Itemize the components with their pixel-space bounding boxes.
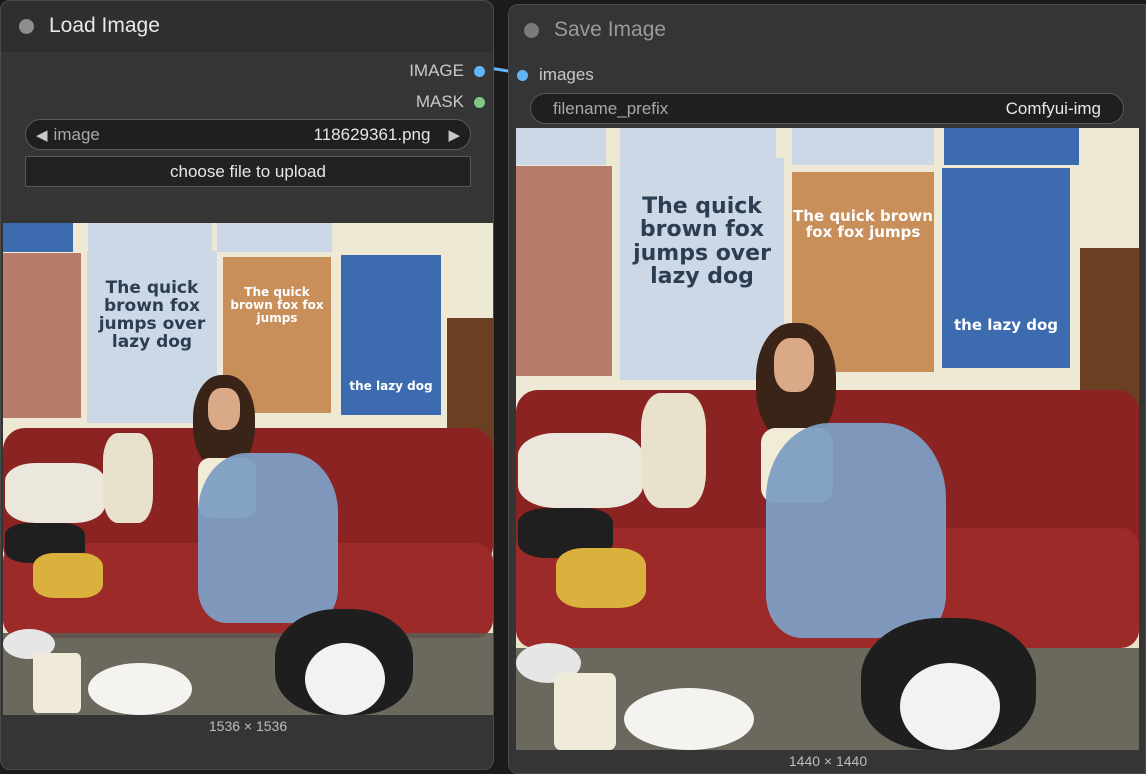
save-image-preview: The quick brown fox jumps over lazy dog …	[516, 128, 1139, 750]
load-image-header[interactable]: Load Image	[1, 1, 493, 52]
save-preview-dimensions: 1440 × 1440	[788, 753, 868, 769]
input-label-images: images	[539, 65, 594, 84]
poster-lazy-dog: the lazy dog	[942, 168, 1070, 368]
load-image-preview: The quick brown fox jumps over lazy dog …	[3, 223, 493, 715]
save-image-header[interactable]: Save Image	[509, 5, 1145, 55]
poster-quick-fox: The quick brown fox jumps over lazy dog	[620, 158, 784, 380]
filename-prefix-widget[interactable]: filename_prefix Comfyui-img	[530, 93, 1124, 124]
image-combo-value: 118629361.png	[313, 124, 431, 144]
output-slot-mask[interactable]: MASK	[416, 92, 485, 112]
combo-prev-arrow-icon[interactable]: ◀	[36, 126, 48, 144]
output-slot-image[interactable]: IMAGE	[409, 61, 485, 81]
output-dot-image[interactable]	[474, 65, 485, 77]
choose-file-upload-button[interactable]: choose file to upload	[25, 156, 471, 187]
load-image-title: Load Image	[49, 14, 160, 37]
output-label-mask: MASK	[415, 92, 464, 111]
save-image-node[interactable]: Save Image images filename_prefix Comfyu…	[508, 4, 1146, 774]
combo-next-arrow-icon[interactable]: ▶	[448, 126, 460, 144]
output-label-image: IMAGE	[409, 61, 464, 80]
filename-prefix-label: filename_prefix	[553, 98, 669, 118]
poster-lazy-dog: the lazy dog	[341, 255, 441, 415]
load-preview-dimensions: 1536 × 1536	[208, 718, 288, 734]
filename-prefix-value: Comfyui-img	[1005, 98, 1101, 118]
input-dot-images[interactable]	[517, 69, 528, 81]
image-combo-widget[interactable]: ◀ image 118629361.png ▶	[25, 119, 471, 150]
input-slot-images[interactable]: images	[517, 65, 594, 85]
node-collapse-dot[interactable]	[19, 18, 34, 34]
node-collapse-dot[interactable]	[524, 22, 539, 38]
load-image-node[interactable]: Load Image IMAGE MASK ◀ image 118629361.…	[0, 0, 494, 770]
save-image-title: Save Image	[554, 18, 667, 41]
image-combo-label: image	[53, 124, 100, 144]
output-dot-mask[interactable]	[474, 96, 485, 108]
